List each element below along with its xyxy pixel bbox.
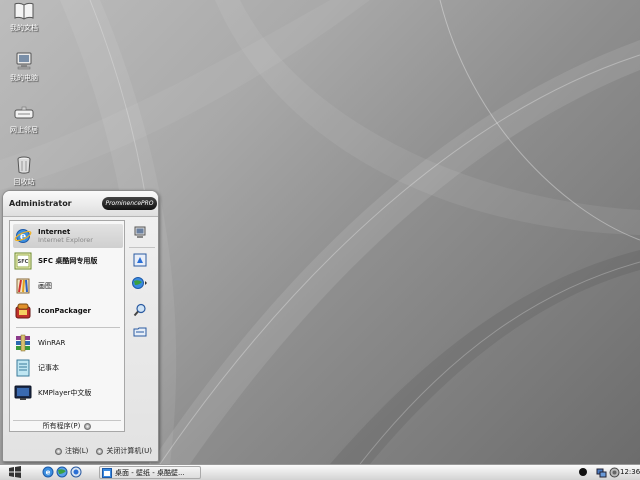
desktop-icon-my-documents[interactable]: 我的文档: [4, 2, 44, 44]
brand-badge: ProminencePRO: [102, 197, 157, 210]
my-computer-icon: [14, 52, 34, 70]
desktop-icon-label: 我的文档: [10, 24, 38, 32]
program-title: WinRAR: [38, 339, 66, 347]
run-icon: [133, 325, 147, 341]
power-icon: [96, 447, 104, 455]
taskbar-window-label: 桌面 - 壁纸 - 桌酷壁...: [115, 468, 185, 477]
quicklaunch-browser[interactable]: [55, 466, 68, 479]
winrar-icon: [13, 333, 33, 353]
logoff-icon: [55, 447, 63, 455]
iconpackager-icon: [13, 301, 33, 321]
desktop-icon-my-computer[interactable]: 我的电脑: [4, 52, 44, 94]
run-shortcut[interactable]: [131, 324, 149, 342]
taskbar: e 桌面 - 壁纸 - 桌酷壁... 12:36: [0, 464, 640, 480]
arrow-right-icon: [84, 422, 92, 430]
windows-logo-icon: [8, 466, 22, 480]
program-notepad[interactable]: 记事本: [13, 356, 123, 380]
desktop-icon: [70, 466, 82, 480]
desktop-icon-label: 我的电脑: [10, 74, 38, 82]
all-programs-label: 所有程序(P): [42, 422, 81, 430]
all-programs-button[interactable]: 所有程序(P): [13, 420, 121, 431]
svg-text:e: e: [45, 468, 50, 476]
explorer-window-icon: [102, 467, 112, 478]
program-iconpackager[interactable]: IconPackager: [13, 299, 123, 323]
desktop-icon-label: 回收站: [13, 178, 35, 186]
network-tray-icon[interactable]: [596, 467, 607, 480]
svg-text:SFC: SFC: [18, 259, 29, 265]
search-icon: [133, 303, 147, 319]
menu-divider: [129, 247, 155, 248]
monitor-icon: [133, 226, 147, 242]
ie-icon: e: [13, 226, 33, 246]
program-sfc[interactable]: SFC SFC 桌酷网专用版: [13, 249, 123, 273]
control-panel-shortcut[interactable]: [131, 252, 149, 270]
program-title: SFC 桌酷网专用版: [38, 257, 98, 265]
notepad-icon: [13, 358, 33, 378]
logoff-button[interactable]: 注销(L): [55, 446, 88, 456]
program-title: 记事本: [38, 364, 59, 372]
search-shortcut[interactable]: [131, 302, 149, 320]
user-name: Administrator: [9, 199, 72, 208]
desktop-icon-network[interactable]: 网上邻居: [4, 104, 44, 146]
program-title: 画图: [38, 282, 52, 290]
program-paint[interactable]: 画图: [13, 274, 123, 298]
start-menu-footer: 注销(L) 关闭计算机(U): [3, 441, 158, 461]
ie-icon: e: [42, 466, 54, 480]
control-panel-icon: [133, 253, 147, 269]
programs-panel: e Internet Internet Explorer SFC SFC 桌酷网…: [9, 220, 125, 432]
clock[interactable]: 12:36: [620, 468, 640, 476]
sfc-icon: SFC: [13, 251, 33, 271]
shutdown-label: 关闭计算机(U): [106, 447, 152, 455]
program-title: IconPackager: [38, 307, 91, 315]
start-button[interactable]: [6, 466, 24, 480]
globe-icon: [132, 276, 148, 292]
quicklaunch-show-desktop[interactable]: [69, 466, 82, 479]
program-title: KMPlayer中文版: [38, 389, 92, 397]
globe-icon: [56, 466, 68, 480]
program-winrar[interactable]: WinRAR: [13, 331, 123, 355]
internet-shortcut[interactable]: [131, 275, 149, 293]
logoff-label: 注销(L): [65, 447, 89, 455]
shutdown-button[interactable]: 关闭计算机(U): [96, 446, 152, 456]
record-icon[interactable]: [578, 467, 588, 479]
quicklaunch-ie[interactable]: e: [41, 466, 54, 479]
desktop-icon-label: 网上邻居: [10, 126, 38, 134]
recycle-bin-icon: [14, 156, 34, 174]
program-kmplayer[interactable]: KMPlayer中文版: [13, 381, 123, 405]
my-documents-icon: [14, 2, 34, 20]
kmplayer-icon: [13, 383, 33, 403]
settings-tray-icon[interactable]: [609, 467, 620, 480]
start-menu-header: Administrator ProminencePRO: [3, 191, 158, 217]
program-internet[interactable]: e Internet Internet Explorer: [13, 224, 123, 248]
paint-icon: [13, 276, 33, 296]
taskbar-window-button[interactable]: 桌面 - 壁纸 - 桌酷壁...: [99, 466, 201, 479]
my-computer-shortcut[interactable]: [131, 225, 149, 243]
start-menu: Administrator ProminencePRO e Internet I…: [2, 190, 159, 462]
program-title: Internet: [38, 228, 71, 236]
program-subtitle: Internet Explorer: [38, 236, 93, 244]
menu-divider: [16, 327, 120, 328]
network-icon: [14, 104, 34, 122]
